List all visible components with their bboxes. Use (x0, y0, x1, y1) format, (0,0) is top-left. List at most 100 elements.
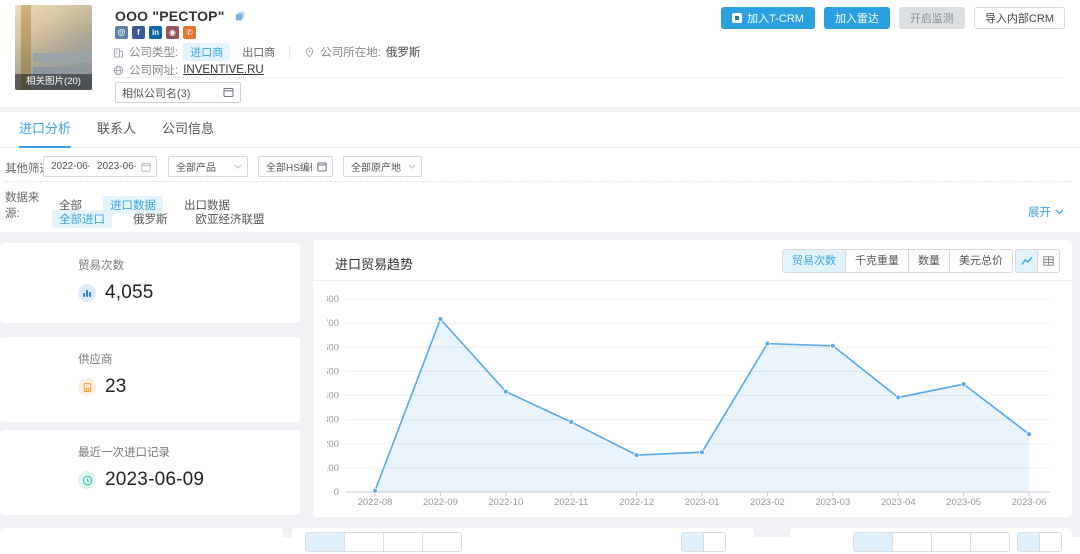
date-start[interactable]: 2022-06-27 (44, 161, 90, 172)
x-axis-tick-label: 2022-09 (423, 497, 458, 508)
expand-button[interactable]: 展开 (1028, 204, 1064, 220)
stat-suppliers-label: 供应商 (78, 351, 300, 367)
data-point[interactable] (373, 488, 378, 493)
join-radar-button-label: 加入雷达 (835, 10, 879, 26)
stat-trade-count-value: 4,055 (105, 282, 154, 304)
import-crm-button[interactable]: 导入内部CRM (974, 7, 1065, 29)
phone-icon[interactable]: ✆ (183, 26, 196, 39)
line-view-toggle[interactable] (1016, 250, 1037, 272)
y-axis-tick-label: 300 (327, 415, 339, 426)
metric-kg-weight[interactable]: 千克重量 (845, 250, 908, 272)
x-axis-tick-label: 2023-01 (685, 497, 720, 508)
divider (115, 77, 1064, 78)
location-icon (304, 47, 315, 58)
start-monitor-button[interactable]: 开启监测 (899, 7, 965, 29)
table-view-toggle[interactable] (1039, 533, 1061, 551)
chart-title: 进口贸易趋势 (335, 254, 413, 273)
origin-filter-select[interactable]: 全部原产地 (343, 156, 422, 177)
instagram-icon[interactable]: ◉ (166, 26, 179, 39)
product-filter-value: 全部产品 (169, 159, 229, 174)
join-t-crm-button[interactable]: 加入T-CRM (721, 7, 815, 29)
data-point[interactable] (569, 420, 574, 425)
facebook-icon[interactable]: f (132, 26, 145, 39)
photo-decoration (33, 53, 92, 63)
stat-last-import-label: 最近一次进口记录 (78, 444, 300, 460)
date-end[interactable]: 2023-06-26 (90, 161, 136, 172)
related-images-label[interactable]: 相关图片(20) (15, 74, 92, 90)
metric-quantity[interactable]: 数量 (908, 250, 949, 272)
scope-russia[interactable]: 俄罗斯 (126, 210, 175, 228)
scope-eaeu[interactable]: 欧亚经济联盟 (189, 210, 272, 228)
metric-segment[interactable] (344, 533, 383, 551)
tab-import-analysis[interactable]: 进口分析 (19, 112, 71, 148)
data-point[interactable] (830, 343, 835, 348)
metric-button-group: 贸易次数千克重量数量美元总价 (782, 249, 1013, 273)
similar-company-select[interactable]: 相似公司名(3) (115, 82, 241, 103)
website-link[interactable]: INVENTIVE.RU (183, 64, 264, 76)
company-photo[interactable]: 相关图片(20) (15, 5, 92, 90)
x-axis-tick-label: 2022-12 (619, 497, 654, 508)
company-name: OOO "PECTOP" (115, 8, 225, 24)
company-name-row: OOO "PECTOP" (115, 8, 246, 27)
x-axis-tick-label: 2023-06 (1012, 497, 1047, 508)
metric-trade-count[interactable]: 贸易次数 (783, 250, 845, 272)
hs-code-filter[interactable]: 全部HS编码 (258, 156, 333, 177)
y-axis-tick-label: 800 (327, 294, 339, 305)
analysis-section: 进口分析联系人公司信息 其他筛选: 2022-06-27 2023-06-26 … (0, 112, 1080, 232)
divider (313, 280, 1072, 281)
chevron-down-icon (1055, 209, 1064, 215)
stat-last-import: 最近一次进口记录2023-06-09 (0, 430, 300, 515)
linkedin-icon[interactable]: in (149, 26, 162, 39)
data-point[interactable] (438, 317, 443, 322)
metric-segment[interactable] (306, 533, 344, 551)
x-axis-tick-label: 2022-11 (554, 497, 588, 508)
bottom-right-view-toggle (1017, 532, 1062, 552)
tab-contacts[interactable]: 联系人 (97, 112, 136, 148)
line-view-toggle[interactable] (1018, 533, 1039, 551)
metric-segment[interactable] (383, 533, 422, 551)
metric-segment[interactable] (931, 533, 970, 551)
clock-icon (78, 471, 96, 489)
data-point[interactable] (503, 389, 508, 394)
table-view-toggle[interactable] (703, 533, 725, 551)
data-point[interactable] (1027, 432, 1032, 437)
data-point[interactable] (961, 382, 966, 387)
stat-suppliers-value: 23 (105, 376, 127, 398)
data-point[interactable] (634, 453, 639, 458)
chevron-down-icon (408, 164, 416, 169)
data-point[interactable] (765, 341, 770, 346)
join-radar-button[interactable]: 加入雷达 (824, 7, 890, 29)
company-type-label: 公司类型: (129, 44, 178, 60)
social-icons: @ fin ◉ ✆ (115, 26, 196, 39)
y-axis-tick-label: 400 (327, 391, 339, 402)
date-range-picker[interactable]: 2022-06-27 2023-06-26 (43, 156, 157, 177)
copy-icon[interactable] (235, 9, 246, 27)
data-point[interactable] (896, 395, 901, 400)
line-view-toggle[interactable] (682, 533, 703, 551)
data-point[interactable] (700, 450, 705, 455)
scope-all-import[interactable]: 全部进口 (52, 210, 112, 228)
tab-company-info[interactable]: 公司信息 (162, 112, 214, 148)
website-icon[interactable]: @ (115, 26, 128, 39)
location-value: 俄罗斯 (386, 44, 421, 60)
start-monitor-button-label: 开启监测 (910, 10, 954, 26)
bar-chart-icon (78, 284, 96, 302)
metric-segment[interactable] (892, 533, 931, 551)
y-axis-tick-label: 0 (334, 487, 339, 498)
type-tag-importer[interactable]: 进口商 (183, 43, 230, 61)
table-view-toggle[interactable] (1037, 250, 1059, 272)
product-filter-select[interactable]: 全部产品 (168, 156, 248, 177)
location-label: 公司所在地: (320, 44, 381, 60)
type-tag-exporter[interactable]: 出口商 (242, 44, 275, 60)
metric-segment[interactable] (970, 533, 1009, 551)
x-axis-tick-label: 2023-04 (881, 497, 916, 508)
panel-icon (317, 162, 327, 172)
import-trend-chart: 01002003004005006007008002022-082022-092… (327, 284, 1069, 516)
y-axis-tick-label: 500 (327, 366, 339, 377)
tab-bar: 进口分析联系人公司信息 (0, 112, 1080, 148)
x-axis-tick-label: 2023-05 (946, 497, 981, 508)
metric-segment[interactable] (854, 533, 892, 551)
t-crm-icon (732, 13, 742, 23)
metric-usd-total[interactable]: 美元总价 (949, 250, 1012, 272)
metric-segment[interactable] (422, 533, 461, 551)
